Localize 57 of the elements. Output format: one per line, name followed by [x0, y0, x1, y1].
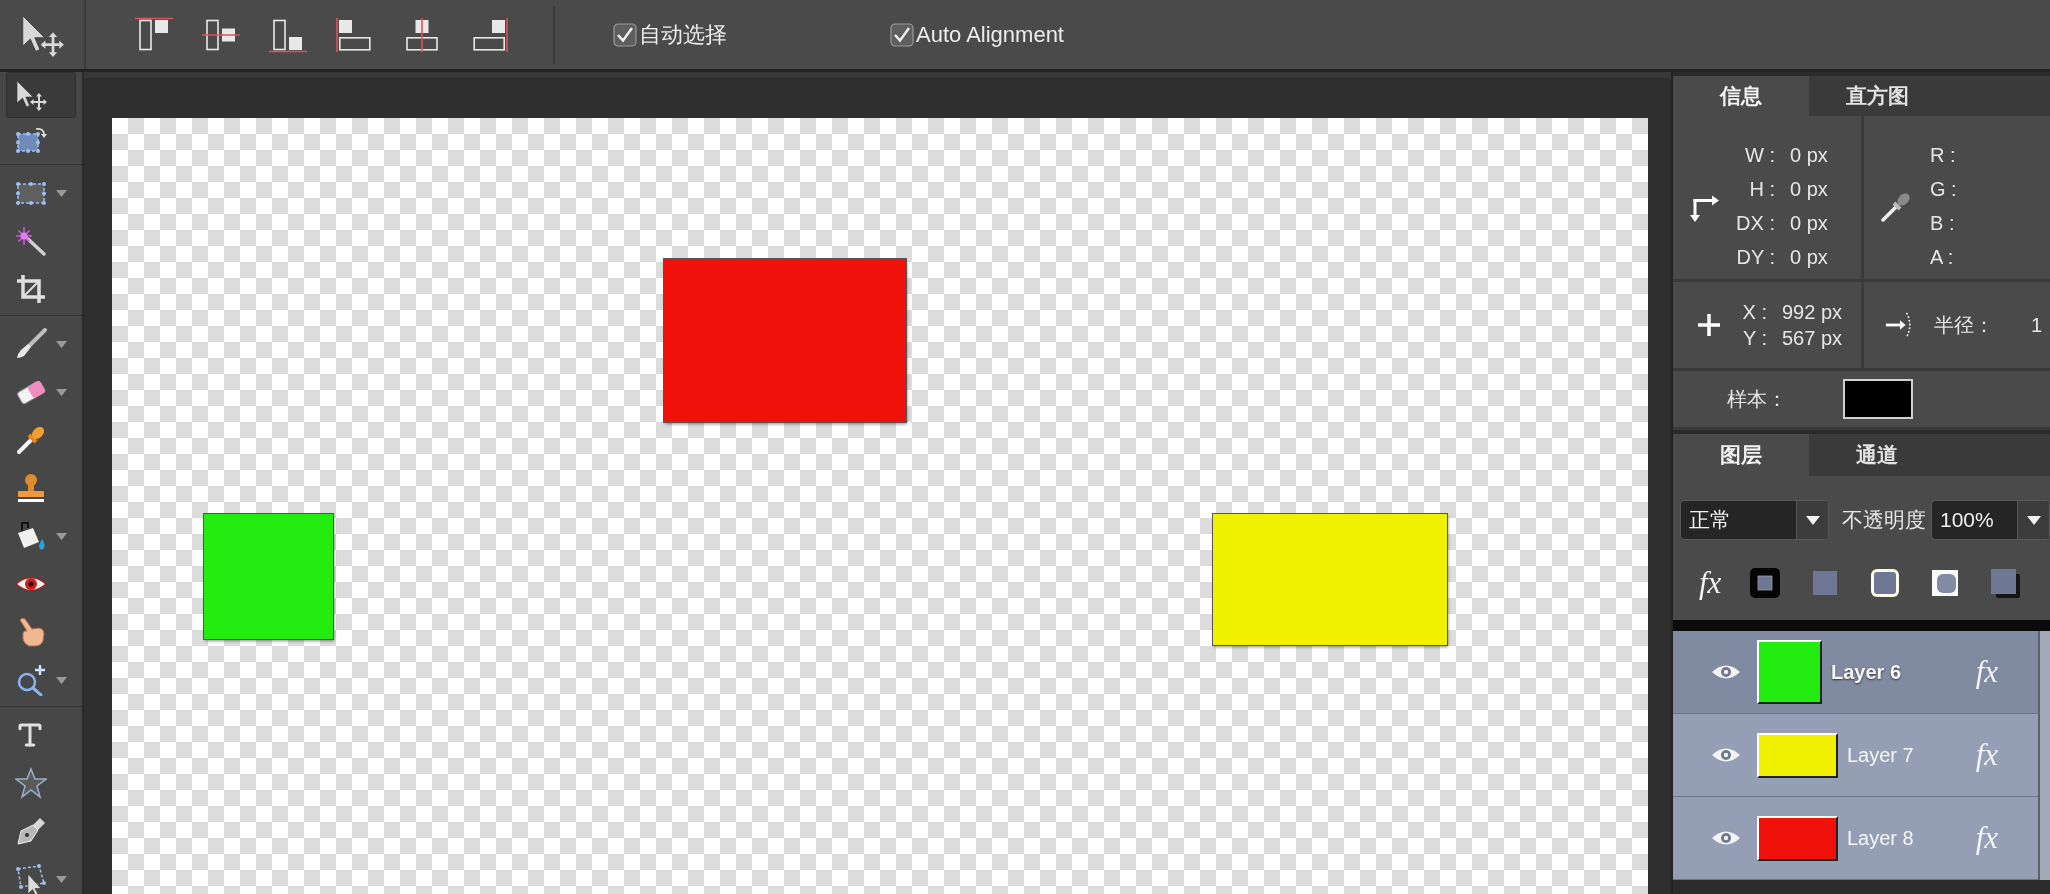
sample-label: 样本：	[1727, 386, 1787, 412]
cursor-label: Y :	[1742, 326, 1767, 350]
sample-swatch	[1843, 379, 1913, 419]
stamp-icon	[15, 472, 47, 504]
plus-icon	[1697, 313, 1721, 337]
caret-icon	[1805, 515, 1820, 525]
panel-tab[interactable]: 直方图	[1809, 76, 1945, 116]
paint-bucket-icon	[15, 520, 47, 552]
star-icon	[15, 767, 47, 799]
measure-label: DX :	[1736, 212, 1775, 235]
pointer-move-icon	[15, 79, 47, 111]
channel-label: R :	[1930, 144, 1956, 167]
crop-icon	[15, 273, 47, 305]
align-top-icon	[134, 16, 174, 53]
stroke-style-icon[interactable]	[1749, 567, 1782, 599]
cursor-label: X :	[1742, 300, 1767, 324]
layer-name: Layer 7	[1847, 743, 1914, 767]
channel-label: G :	[1930, 178, 1957, 201]
eyedropper-icon	[1880, 190, 1912, 223]
measure-label: W :	[1745, 144, 1775, 167]
eyedropper-icon	[15, 424, 47, 456]
measure-value: 0 px	[1790, 144, 1828, 167]
zoom-in-icon	[15, 664, 47, 696]
opacity-field[interactable]: 100%	[1931, 500, 2050, 540]
pointer-move-icon	[20, 12, 64, 57]
pen-nib-icon	[15, 815, 47, 847]
checkbox[interactable]	[613, 22, 637, 47]
panel-tab[interactable]: 图层	[1673, 434, 1809, 476]
brush-icon	[15, 328, 47, 360]
checkbox-label[interactable]: 自动选择	[639, 19, 727, 50]
drop-shadow-icon[interactable]	[1989, 567, 2022, 599]
tool-button[interactable]	[6, 72, 76, 118]
channel-label: A :	[1930, 246, 1954, 269]
cursor-value: 992 px	[1782, 300, 1843, 324]
align-button[interactable]	[134, 16, 174, 53]
measure-value: 0 px	[1790, 212, 1828, 235]
opacity-label: 不透明度	[1842, 507, 1926, 533]
layer-name: Layer 8	[1847, 826, 1914, 850]
panel-tab[interactable]: 信息	[1673, 76, 1809, 116]
measure-value: 0 px	[1790, 246, 1828, 269]
radius-value: 1	[2030, 313, 2043, 337]
layer-styles-label[interactable]: fx	[1699, 565, 1722, 601]
scrollbar[interactable]	[2038, 631, 2050, 880]
cursor-value: 567 px	[1782, 326, 1843, 350]
blend-mode-select[interactable]: 正常	[1680, 500, 1829, 540]
caret-icon	[2026, 515, 2041, 525]
layer-name: Layer 6	[1831, 660, 1902, 684]
outer-glow-icon[interactable]	[1869, 567, 1902, 599]
panel-tab[interactable]: 通道	[1809, 434, 1945, 476]
radius-label: 半径：	[1934, 312, 1994, 338]
magic-wand-icon	[15, 225, 47, 257]
measure-label: H :	[1749, 178, 1775, 201]
measure-label: DY :	[1736, 246, 1775, 269]
checkbox-label[interactable]: Auto Alignment	[916, 21, 1064, 48]
channel-label: B :	[1930, 212, 1955, 235]
checkbox[interactable]	[890, 22, 914, 47]
measure-value: 0 px	[1790, 178, 1828, 201]
